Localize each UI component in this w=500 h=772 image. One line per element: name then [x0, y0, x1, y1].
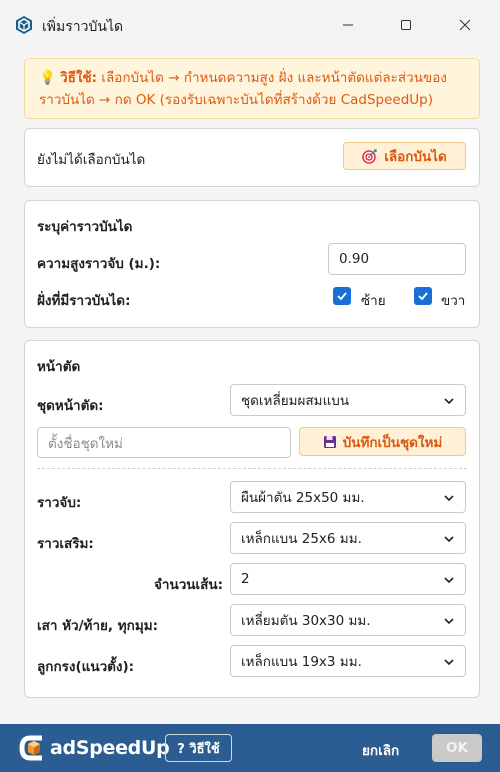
baluster-label: ลูกกรง(แนวตั้ง):: [37, 659, 135, 675]
baluster-value: เหล็กแบน 19x3 มม.: [241, 654, 362, 670]
post-label: เสา หัว/ท้าย, ทุกมุม:: [37, 618, 159, 634]
handrail-select[interactable]: ผืนผ้าตัน 25x50 มม.: [230, 481, 466, 513]
railing-section-title: ระบุค่าราวบันได: [37, 219, 133, 235]
minimize-button[interactable]: [333, 10, 363, 40]
midrail-value: เหล็กแบน 25x6 มม.: [241, 531, 362, 547]
save-new-set-label: บันทึกเป็นชุดใหม่: [342, 434, 443, 451]
side-label: ฝั่งที่มีราวบันได:: [37, 293, 131, 309]
right-side-checkbox[interactable]: [414, 287, 432, 305]
rail-count-value: 2: [241, 571, 250, 587]
stair-selection-panel: ยังไม่ได้เลือกบันได เลือกบันได: [24, 128, 480, 187]
chevron-down-icon: [444, 577, 454, 584]
profile-set-select[interactable]: ชุดเหลี่ยมผสมแบน: [230, 384, 466, 416]
handrail-label: ราวจับ:: [37, 495, 82, 511]
maximize-icon: [401, 20, 411, 30]
dialog-content: 💡 วิธีใช้: เลือกบันได → กำหนดความสูง ฝั่…: [0, 50, 500, 724]
midrail-select[interactable]: เหล็กแบน 25x6 มม.: [230, 522, 466, 554]
select-stair-label: เลือกบันได: [384, 149, 447, 165]
target-icon: [362, 149, 377, 164]
stair-status: ยังไม่ได้เลือกบันได: [37, 152, 146, 168]
help-button[interactable]: ? วิธีใช้: [165, 734, 232, 762]
minimize-icon: [343, 24, 353, 26]
rail-count-select[interactable]: 2: [230, 563, 466, 595]
maximize-button[interactable]: [391, 10, 421, 40]
ok-button[interactable]: OK: [432, 734, 482, 762]
new-set-name-input[interactable]: ตั้งชื่อชุดใหม่: [37, 427, 291, 458]
title-bar: เพิ่มราวบันได: [0, 0, 500, 50]
left-side-label: ซ้าย: [361, 293, 386, 309]
dialog-footer: adSpeedUp ? วิธีใช้ ยกเลิก OK: [0, 724, 500, 772]
height-input[interactable]: 0.90: [328, 243, 466, 275]
section-divider: [37, 468, 467, 469]
profile-set-value: ชุดเหลี่ยมผสมแบน: [241, 393, 350, 409]
brand-name: adSpeedUp: [50, 737, 170, 759]
sketchup-icon: [16, 16, 32, 34]
brand-logo: adSpeedUp: [18, 734, 170, 762]
chevron-down-icon: [444, 495, 454, 502]
checkmark-icon: [418, 292, 428, 301]
baluster-select[interactable]: เหล็กแบน 19x3 มม.: [230, 645, 466, 677]
profile-panel: หน้าตัด ชุดหน้าตัด: ชุดเหลี่ยมผสมแบน ตั้…: [24, 340, 480, 698]
lightbulb-icon: 💡: [39, 70, 56, 86]
tip-text: เลือกบันได → กำหนดความสูง ฝั่ง และหน้าตั…: [39, 70, 447, 108]
rail-count-label: จำนวนเส้น:: [153, 577, 223, 593]
cancel-button[interactable]: ยกเลิก: [362, 739, 399, 761]
close-icon: [459, 19, 471, 31]
cadspeedup-logo-icon: [19, 735, 42, 761]
right-side-label: ขวา: [441, 293, 466, 309]
chevron-down-icon: [444, 398, 454, 405]
chevron-down-icon: [444, 536, 454, 543]
post-value: เหลี่ยมตัน 30x30 มม.: [241, 613, 371, 629]
select-stair-button[interactable]: เลือกบันได: [343, 142, 466, 170]
railing-values-panel: ระบุค่าราวบันได ความสูงราวจับ (ม.): 0.90…: [24, 200, 480, 328]
height-label: ความสูงราวจับ (ม.):: [37, 256, 161, 272]
chevron-down-icon: [444, 618, 454, 625]
profile-section-title: หน้าตัด: [37, 359, 81, 375]
midrail-label: ราวเสริม:: [37, 536, 94, 552]
checkmark-icon: [337, 292, 347, 301]
post-select[interactable]: เหลี่ยมตัน 30x30 มม.: [230, 604, 466, 636]
window-title: เพิ่มราวบันได: [42, 19, 124, 35]
save-new-set-button[interactable]: บันทึกเป็นชุดใหม่: [299, 427, 466, 456]
left-side-checkbox[interactable]: [333, 287, 351, 305]
floppy-disk-icon: [323, 435, 336, 448]
profile-set-label: ชุดหน้าตัด:: [37, 398, 104, 414]
tip-banner: 💡 วิธีใช้: เลือกบันได → กำหนดความสูง ฝั่…: [24, 58, 480, 119]
tip-label: วิธีใช้:: [60, 70, 98, 86]
handrail-value: ผืนผ้าตัน 25x50 มม.: [241, 490, 365, 506]
chevron-down-icon: [444, 659, 454, 666]
close-button[interactable]: [450, 10, 480, 40]
